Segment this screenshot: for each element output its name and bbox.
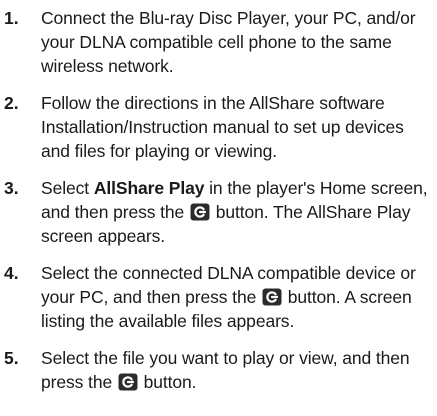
instruction-page: 1. Connect the Blu-ray Disc Player, your… (0, 0, 437, 416)
step-text: Connect the Blu-ray Disc Player, your PC… (41, 8, 416, 76)
step-text-part: button. (138, 372, 197, 392)
step-4: 4. Select the connected DLNA compatible … (4, 261, 433, 333)
step-number: 5. (4, 348, 19, 368)
step-number: 4. (4, 263, 19, 283)
step-3: 3. Select AllShare Play in the player's … (4, 176, 433, 248)
step-text: Follow the directions in the AllShare so… (41, 93, 404, 161)
step-number: 3. (4, 178, 19, 198)
step-text-part: Select the file you want to play or view… (41, 348, 410, 392)
enter-button-icon (190, 203, 210, 221)
step-number: 2. (4, 93, 19, 113)
step-text: Select the connected DLNA compatible dev… (41, 261, 433, 333)
enter-button-icon (262, 288, 282, 306)
step-2: 2. Follow the directions in the AllShare… (4, 91, 433, 163)
enter-button-icon (118, 373, 138, 391)
step-number: 1. (4, 8, 19, 28)
menu-item-name: AllShare Play (93, 178, 205, 198)
steps-list: 1. Connect the Blu-ray Disc Player, your… (4, 6, 433, 394)
step-text: Select the file you want to play or view… (41, 346, 433, 394)
step-text: Select AllShare Play in the player's Hom… (41, 176, 433, 248)
step-1: 1. Connect the Blu-ray Disc Player, your… (4, 6, 433, 78)
step-text-part: Select (41, 178, 94, 198)
step-5: 5. Select the file you want to play or v… (4, 346, 433, 394)
